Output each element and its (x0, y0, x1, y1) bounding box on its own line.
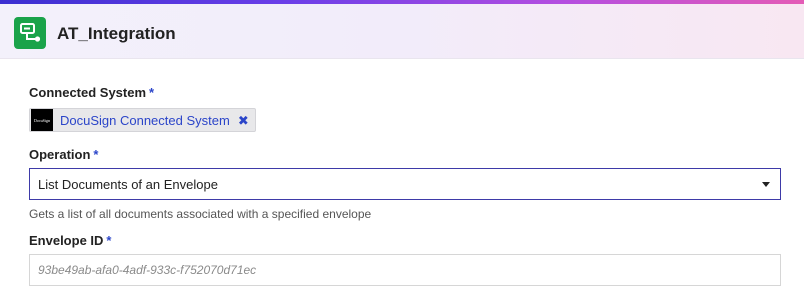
connected-system-chip-label[interactable]: DocuSign Connected System (60, 113, 230, 128)
operation-dropdown[interactable]: List Documents of an Envelope (29, 168, 781, 200)
caret-down-icon (762, 182, 770, 187)
required-marker: * (93, 147, 99, 162)
operation-label: Operation * (29, 147, 98, 162)
docusign-logo-icon: DocuSign (31, 109, 53, 131)
page-header: AT_Integration (0, 4, 804, 59)
envelope-id-label: Envelope ID * (29, 233, 111, 248)
required-marker: * (149, 85, 155, 100)
remove-chip-icon[interactable]: ✖ (238, 114, 249, 127)
operation-selected-value: List Documents of an Envelope (38, 176, 218, 192)
envelope-id-input[interactable]: 93be49ab-afa0-4adf-933c-f752070d71ec (29, 254, 781, 286)
envelope-id-label-text: Envelope ID (29, 233, 104, 248)
connected-system-chip[interactable]: DocuSign DocuSign Connected System ✖ (29, 108, 256, 132)
connected-system-label-text: Connected System (29, 85, 147, 100)
operation-label-text: Operation (29, 147, 91, 162)
page-title: AT_Integration (57, 24, 176, 43)
operation-help-text: Gets a list of all documents associated … (29, 207, 372, 221)
required-marker: * (106, 233, 112, 248)
connected-system-label: Connected System * (29, 85, 154, 100)
integration-icon (14, 17, 46, 49)
envelope-id-placeholder: 93be49ab-afa0-4adf-933c-f752070d71ec (38, 263, 257, 277)
